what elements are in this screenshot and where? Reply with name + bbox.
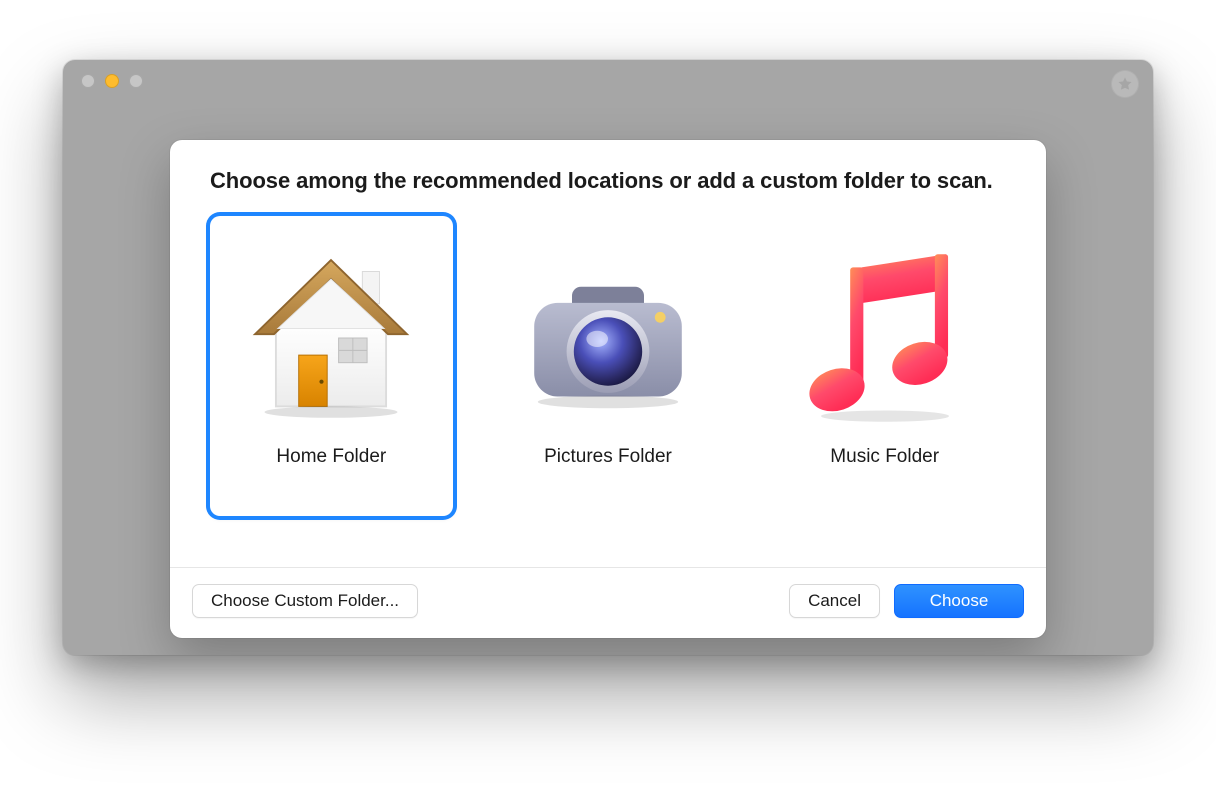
option-home-folder[interactable]: Home Folder: [210, 216, 453, 516]
option-pictures-label: Pictures Folder: [544, 446, 672, 468]
window-zoom-button[interactable]: [129, 74, 143, 88]
sheet-title: Choose among the recommended locations o…: [210, 168, 1006, 194]
option-music-folder[interactable]: Music Folder: [763, 216, 1006, 516]
pictures-folder-icon: [508, 238, 708, 438]
window-traffic-lights: [81, 74, 143, 88]
option-home-label: Home Folder: [276, 446, 386, 468]
home-folder-icon: [231, 238, 431, 438]
window-minimize-button[interactable]: [105, 74, 119, 88]
window-close-button[interactable]: [81, 74, 95, 88]
choose-custom-folder-button[interactable]: Choose Custom Folder...: [192, 584, 418, 618]
music-folder-icon: [785, 238, 985, 438]
location-options: Home Folder: [170, 208, 1046, 567]
choose-button[interactable]: Choose: [894, 584, 1024, 618]
option-music-label: Music Folder: [830, 446, 939, 468]
sheet-button-bar: Choose Custom Folder... Cancel Choose: [170, 567, 1046, 638]
location-chooser-sheet: Choose among the recommended locations o…: [170, 140, 1046, 638]
cancel-button[interactable]: Cancel: [789, 584, 880, 618]
option-pictures-folder[interactable]: Pictures Folder: [487, 216, 730, 516]
sheet-header: Choose among the recommended locations o…: [170, 140, 1046, 208]
app-window: Choose among the recommended locations o…: [63, 60, 1153, 655]
star-icon[interactable]: [1111, 70, 1139, 98]
